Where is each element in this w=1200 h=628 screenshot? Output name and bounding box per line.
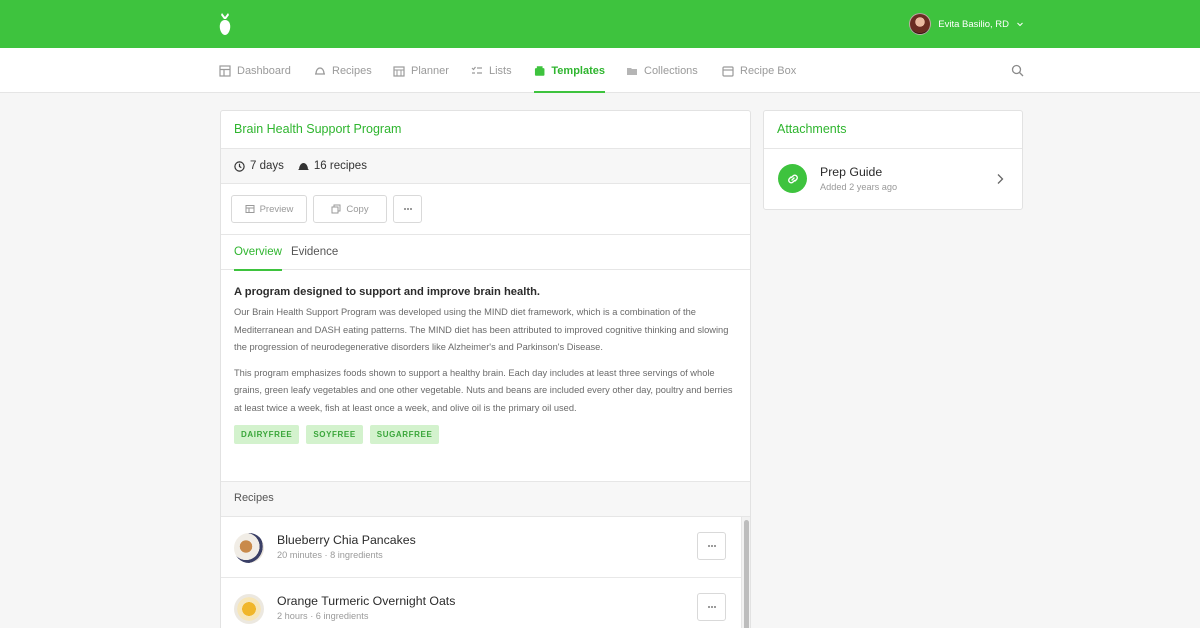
recipe-row[interactable]: Blueberry Chia Pancakes 20 minutes · 8 i… xyxy=(221,517,741,578)
nav-item-templates[interactable]: Templates xyxy=(534,48,605,93)
tag-soyfree[interactable]: SOYFREE xyxy=(306,425,363,444)
attachment-name: Prep Guide xyxy=(820,165,883,179)
nav-item-planner[interactable]: Planner xyxy=(393,48,449,93)
recipe-row[interactable]: Orange Turmeric Overnight Oats 2 hours ·… xyxy=(221,578,741,628)
recipes-scrollbar[interactable] xyxy=(741,517,750,628)
tag-dairyfree[interactable]: DAIRYFREE xyxy=(234,425,300,444)
search-icon[interactable] xyxy=(1011,64,1024,77)
top-bar: Evita Basilio, RD xyxy=(0,0,1200,48)
preview-icon xyxy=(245,205,255,213)
tag-list: DAIRYFREE SOYFREE SUGARFREE xyxy=(234,425,737,444)
recipe-thumbnail xyxy=(234,594,264,624)
copy-icon xyxy=(331,204,341,214)
preview-button[interactable]: Preview xyxy=(231,195,307,223)
recipe-thumbnail xyxy=(234,533,264,563)
tab-evidence[interactable]: Evidence xyxy=(291,235,338,270)
chevron-right-icon xyxy=(997,174,1004,184)
ellipsis-icon xyxy=(403,208,412,210)
attachments-title: Attachments xyxy=(764,111,1022,149)
recipe-more-button[interactable] xyxy=(697,593,726,621)
logo-icon[interactable] xyxy=(218,12,232,36)
overview-paragraph: Our Brain Health Support Program was dev… xyxy=(234,307,729,352)
clock-icon xyxy=(234,160,245,172)
dashboard-icon xyxy=(219,64,231,77)
link-icon xyxy=(787,174,798,183)
recipe-name[interactable]: Orange Turmeric Overnight Oats xyxy=(277,594,455,608)
recipe-meta: 20 minutes · 8 ingredients xyxy=(277,550,383,560)
nav-item-recipe-box[interactable]: Recipe Box xyxy=(722,48,796,93)
lists-icon xyxy=(471,66,482,74)
program-title: Brain Health Support Program xyxy=(221,111,750,149)
recipe-count: 16 recipes xyxy=(298,160,367,172)
attachment-item[interactable]: Prep Guide Added 2 years ago xyxy=(764,149,1022,209)
attachments-card: Attachments Prep Guide Added 2 years ago xyxy=(763,110,1023,210)
program-meta: 7 days 16 recipes xyxy=(221,149,750,184)
user-name: Evita Basilio, RD xyxy=(938,18,1009,30)
recipes-icon xyxy=(315,66,325,75)
overview-heading: A program designed to support and improv… xyxy=(234,286,541,298)
link-icon-badge xyxy=(778,164,807,193)
recipe-name[interactable]: Blueberry Chia Pancakes xyxy=(277,533,416,547)
nav-item-lists[interactable]: Lists xyxy=(471,48,512,93)
copy-button[interactable]: Copy xyxy=(313,195,387,223)
nav-item-recipes[interactable]: Recipes xyxy=(314,48,372,93)
program-actions: Preview Copy xyxy=(221,184,750,235)
recipes-icon xyxy=(298,162,309,170)
ellipsis-icon xyxy=(707,545,716,547)
tag-sugarfree[interactable]: SUGARFREE xyxy=(369,425,440,444)
overview-paragraph: This program emphasizes foods shown to s… xyxy=(234,367,733,413)
avatar xyxy=(909,13,932,35)
overview-panel: A program designed to support and improv… xyxy=(221,270,750,482)
nav-item-collections[interactable]: Collections xyxy=(626,48,698,93)
nav-item-dashboard[interactable]: Dashboard xyxy=(219,48,291,93)
program-tabs: Overview Evidence xyxy=(221,235,750,271)
chevron-down-icon xyxy=(1017,22,1023,27)
program-card: Brain Health Support Program 7 days 16 r… xyxy=(220,110,751,628)
scrollbar-thumb[interactable] xyxy=(744,520,749,628)
recipe-meta: 2 hours · 6 ingredients xyxy=(277,611,369,621)
ellipsis-icon xyxy=(707,606,716,608)
folder-icon xyxy=(627,67,637,75)
recipe-more-button[interactable] xyxy=(697,532,726,560)
more-button[interactable] xyxy=(393,195,422,223)
attachment-meta: Added 2 years ago xyxy=(820,182,898,192)
user-menu[interactable]: Evita Basilio, RD xyxy=(909,12,1024,36)
duration: 7 days xyxy=(234,160,284,172)
recipes-heading: Recipes xyxy=(221,482,750,517)
tab-overview[interactable]: Overview xyxy=(234,235,282,271)
box-icon xyxy=(722,65,734,77)
calendar-icon xyxy=(393,65,405,77)
templates-icon xyxy=(534,65,545,76)
